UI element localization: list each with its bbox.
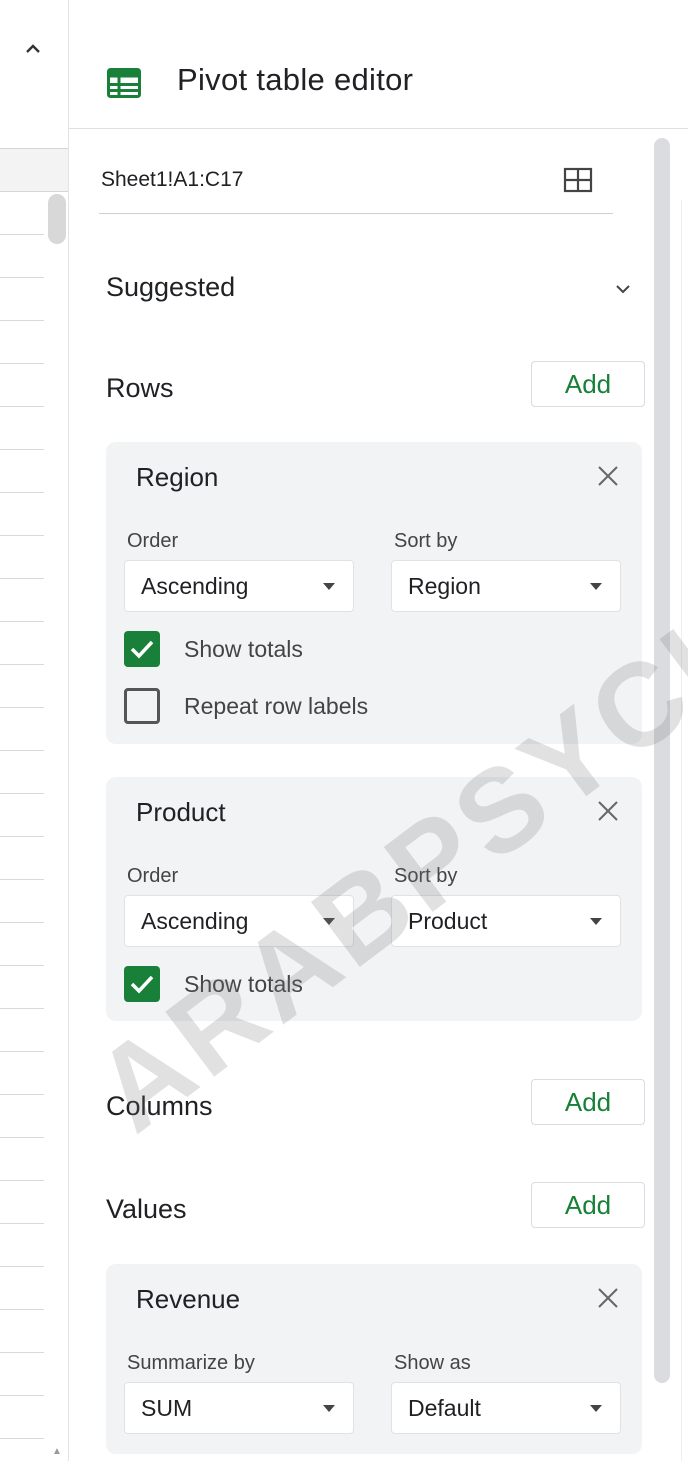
sheet-row-line	[0, 1223, 44, 1224]
select-range-grid-icon[interactable]	[563, 167, 593, 193]
close-icon[interactable]	[596, 464, 620, 488]
order-label: Order	[127, 530, 179, 552]
sheet-row-line	[0, 1352, 44, 1353]
sheet-row-line	[0, 1309, 44, 1310]
show-as-label: Show as	[394, 1352, 471, 1374]
show-totals-checkbox[interactable]	[124, 631, 160, 667]
sheet-row-line	[0, 1266, 44, 1267]
panel-scrollbar[interactable]	[654, 138, 670, 1383]
panel-divider	[681, 200, 682, 1461]
sheet-row-line	[0, 1094, 44, 1095]
value-field-card-revenue: Revenue Summarize by Show as SUM Default	[106, 1264, 642, 1454]
values-section-label: Values	[106, 1194, 187, 1224]
show-totals-label: Show totals	[184, 971, 303, 997]
chevron-down-icon[interactable]	[615, 284, 631, 294]
data-range-input[interactable]: Sheet1!A1:C17	[101, 168, 243, 192]
sheet-row-line	[0, 621, 44, 622]
show-as-dropdown[interactable]: Default	[391, 1382, 621, 1434]
show-totals-label: Show totals	[184, 636, 303, 662]
sheet-row-line	[0, 1395, 44, 1396]
close-icon[interactable]	[596, 799, 620, 823]
summarize-by-value: SUM	[141, 1395, 193, 1421]
sheet-row-line	[0, 1137, 44, 1138]
values-add-button[interactable]: Add	[531, 1182, 645, 1228]
columns-section-label: Columns	[106, 1091, 213, 1121]
sort-by-label: Sort by	[394, 865, 458, 887]
sort-by-dropdown[interactable]: Region	[391, 560, 621, 612]
column-header-cell[interactable]	[0, 148, 68, 192]
sheet-row-line	[0, 578, 44, 579]
rows-add-button[interactable]: Add	[531, 361, 645, 407]
sort-by-value: Region	[408, 573, 481, 599]
sheet-row-line	[0, 1438, 44, 1439]
data-range-underline	[99, 213, 613, 214]
panel-header: Pivot table editor	[69, 12, 688, 129]
sort-by-label: Sort by	[394, 530, 458, 552]
summarize-by-dropdown[interactable]: SUM	[124, 1382, 354, 1434]
dropdown-arrow-icon	[323, 583, 335, 590]
scroll-down-arrow-icon[interactable]: ▲	[52, 1446, 62, 1457]
sheet-row-line	[0, 1008, 44, 1009]
close-icon[interactable]	[596, 1286, 620, 1310]
rows-section-label: Rows	[106, 373, 174, 403]
sheet-row-line	[0, 234, 44, 235]
dropdown-arrow-icon	[323, 1405, 335, 1412]
dropdown-arrow-icon	[323, 918, 335, 925]
sheet-row-line	[0, 793, 44, 794]
dropdown-arrow-icon	[590, 918, 602, 925]
sheet-row-line	[0, 492, 44, 493]
dropdown-arrow-icon	[590, 1405, 602, 1412]
dropdown-arrow-icon	[590, 583, 602, 590]
sort-by-value: Product	[408, 908, 488, 934]
sheet-row-line	[0, 406, 44, 407]
order-dropdown[interactable]: Ascending	[124, 895, 354, 947]
field-title: Revenue	[136, 1284, 241, 1314]
checkmark-icon	[130, 975, 154, 994]
sheet-row-line	[0, 965, 44, 966]
sheet-row-line	[0, 750, 44, 751]
repeat-row-labels-label: Repeat row labels	[184, 693, 369, 719]
suggested-section-toggle[interactable]: Suggested	[106, 272, 235, 303]
order-label: Order	[127, 865, 179, 887]
sheet-row-line	[0, 320, 44, 321]
row-field-card-region: Region Order Sort by Ascending Region Sh…	[106, 442, 642, 744]
sheet-row-line	[0, 363, 44, 364]
sheet-row-line	[0, 535, 44, 536]
row-field-card-product: Product Order Sort by Ascending Product …	[106, 777, 642, 1021]
sheet-row-line	[0, 707, 44, 708]
columns-add-button[interactable]: Add	[531, 1079, 645, 1125]
sheet-row-line	[0, 664, 44, 665]
spreadsheet-strip: ▲	[0, 0, 69, 1461]
order-dropdown[interactable]: Ascending	[124, 560, 354, 612]
checkmark-icon	[130, 640, 154, 659]
chevron-up-icon[interactable]	[24, 40, 42, 58]
sheet-row-line	[0, 922, 44, 923]
sheet-row-line	[0, 879, 44, 880]
sheet-row-line	[0, 277, 44, 278]
sort-by-dropdown[interactable]: Product	[391, 895, 621, 947]
pivot-table-icon	[107, 68, 141, 98]
field-title: Product	[136, 797, 226, 827]
field-title: Region	[136, 462, 219, 492]
show-as-value: Default	[408, 1395, 481, 1421]
sheet-scrollbar[interactable]	[48, 194, 66, 244]
sheet-row-line	[0, 836, 44, 837]
repeat-row-labels-checkbox[interactable]	[124, 688, 160, 724]
summarize-by-label: Summarize by	[127, 1352, 255, 1374]
sheet-row-line	[0, 1051, 44, 1052]
show-totals-checkbox[interactable]	[124, 966, 160, 1002]
pivot-table-editor-panel: Pivot table editor Sheet1!A1:C17 Suggest…	[69, 0, 688, 1461]
sheet-row-line	[0, 449, 44, 450]
order-value: Ascending	[141, 908, 249, 934]
panel-title: Pivot table editor	[177, 62, 414, 97]
order-value: Ascending	[141, 573, 249, 599]
sheet-row-line	[0, 1180, 44, 1181]
